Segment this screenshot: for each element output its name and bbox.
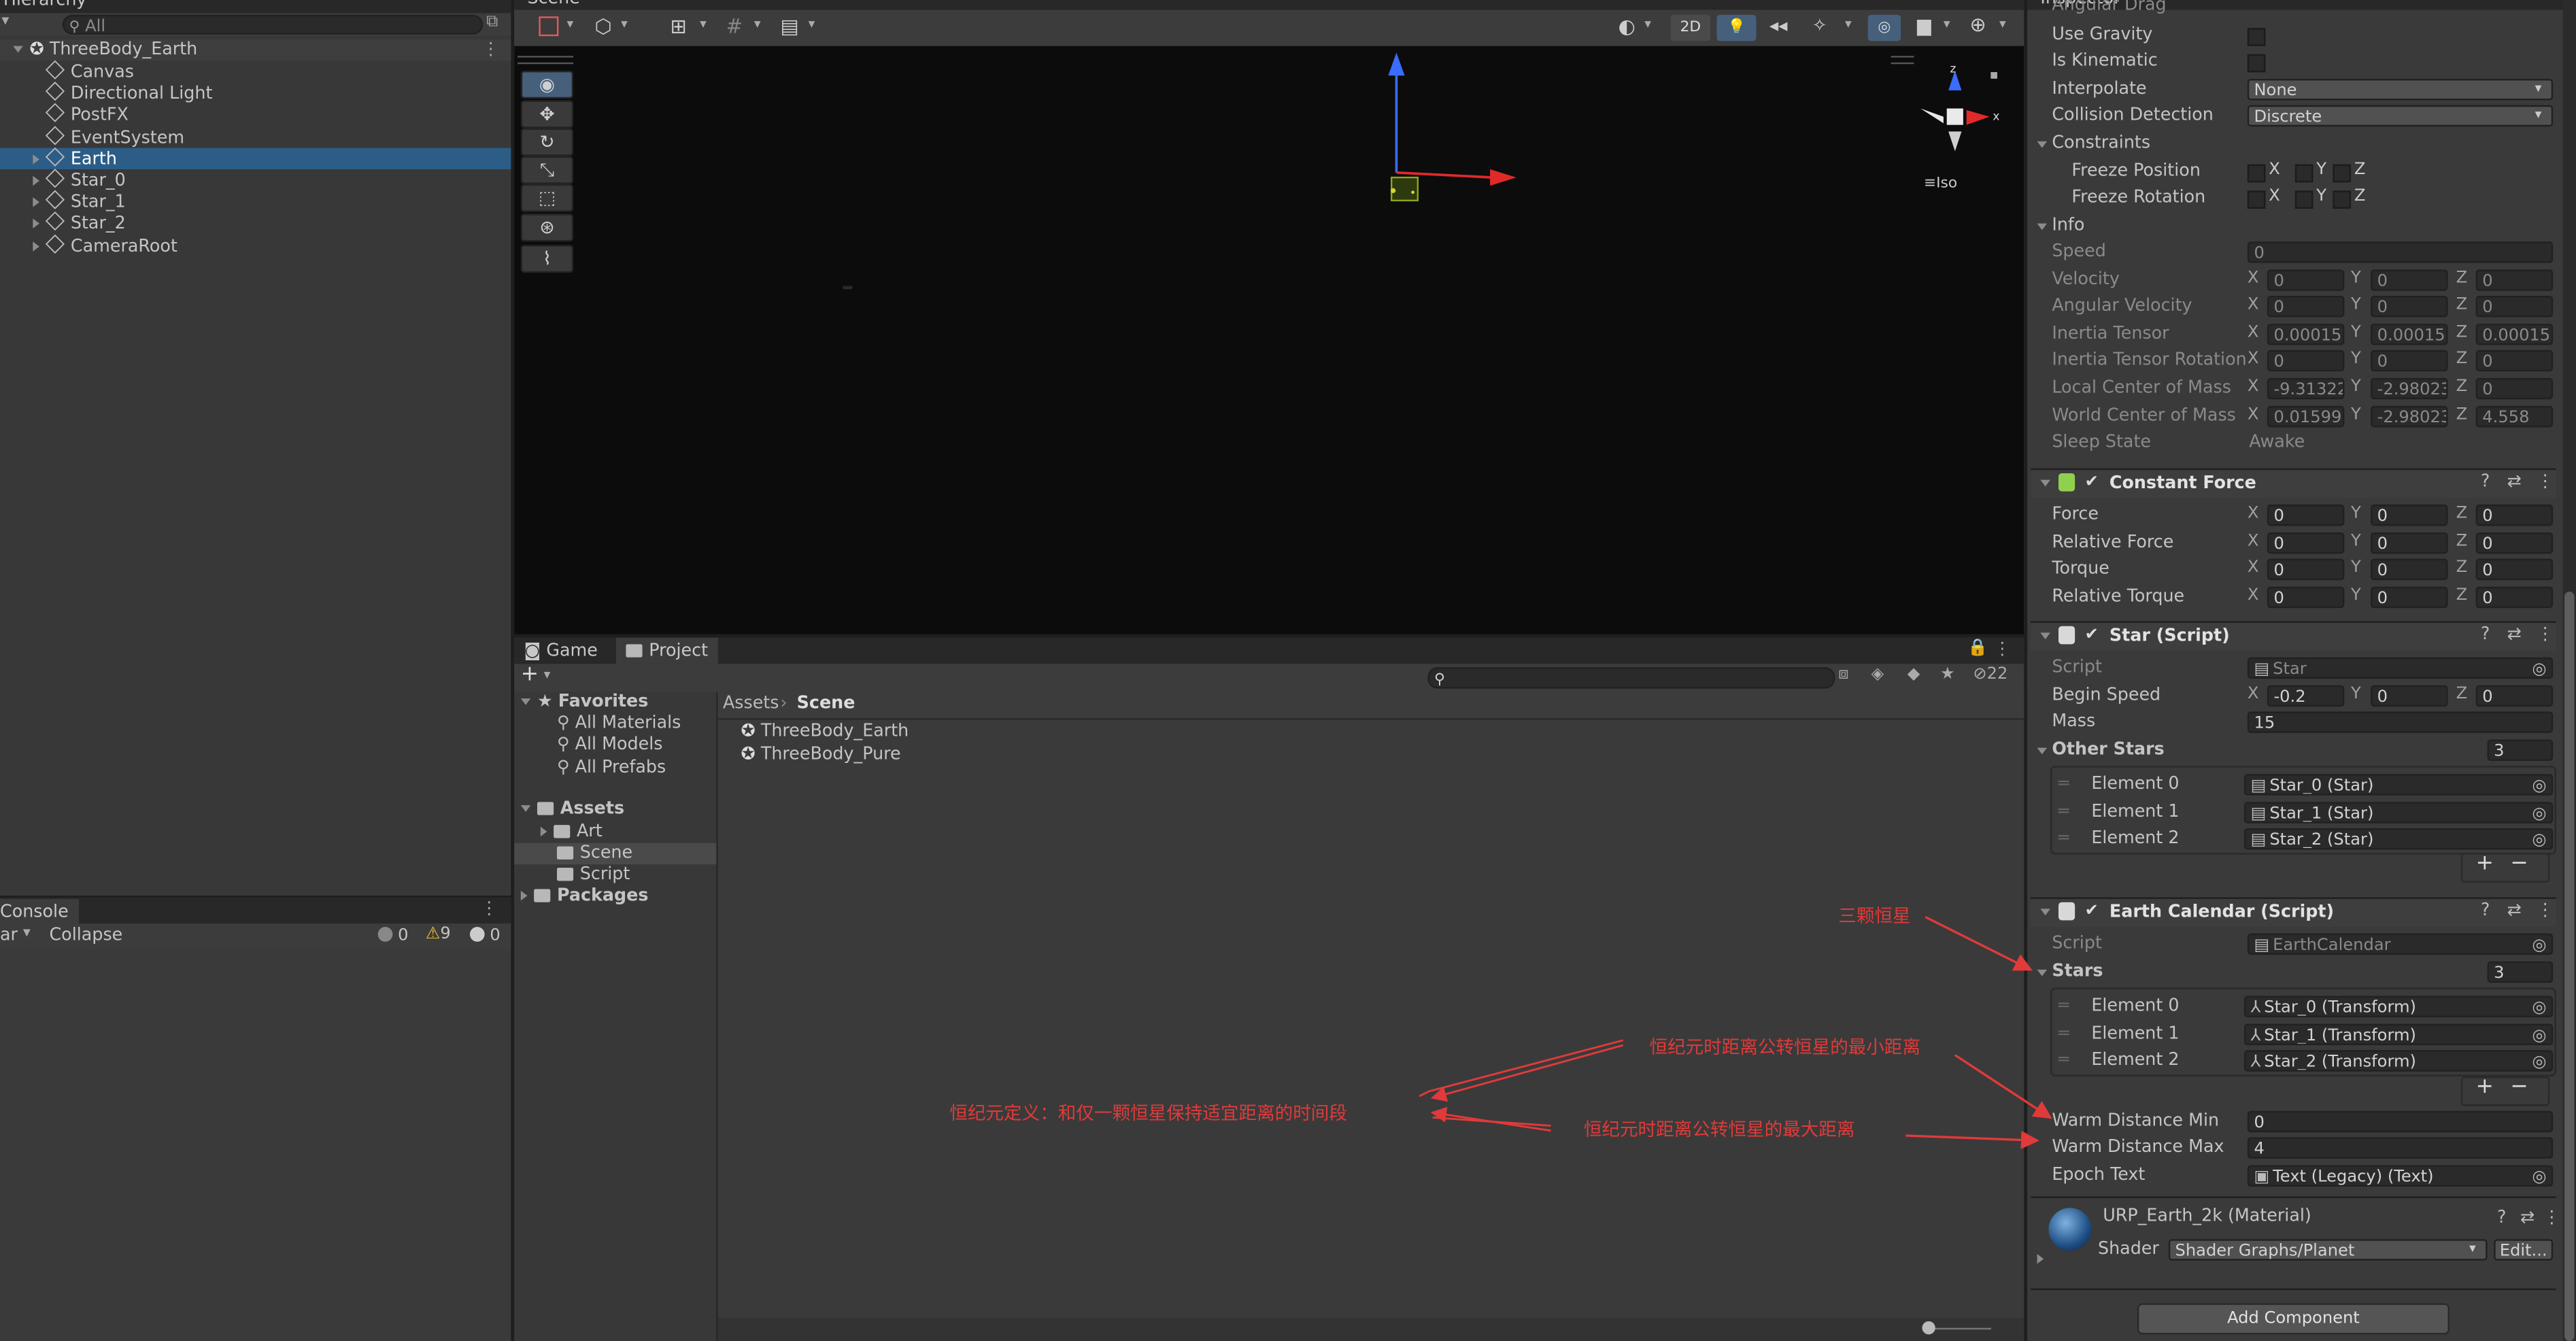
annotation-max-distance: 恒纪元时距离公转恒星的最大距离 bbox=[1583, 1119, 1855, 1141]
annotation-arrow-max bbox=[1905, 1130, 2039, 1149]
annotation-arrow-min bbox=[1954, 1054, 2052, 1119]
annotation-min-distance: 恒纪元时距离公转恒星的最小距离 bbox=[1649, 1036, 1921, 1059]
unity-editor: Hierarchy ▾ ⚲ All ⧉ ✪ ThreeBody_Earth ⋮ … bbox=[0, 0, 2576, 1341]
annotation-definition: 恒纪元定义：和仅一颗恒星保持适宜距离的时间段 bbox=[949, 1102, 1347, 1125]
annotation-arrow-stars bbox=[1925, 916, 2033, 971]
annotation-three-stars: 三颗恒星 bbox=[1838, 905, 1911, 928]
annotation-arrow-def-1b bbox=[1430, 1044, 1624, 1102]
annotation-arrow-def-2b bbox=[1432, 1116, 1551, 1127]
annotation-arrow-def-1a bbox=[1419, 1039, 1624, 1098]
annotation-arrows bbox=[1419, 916, 2052, 1149]
